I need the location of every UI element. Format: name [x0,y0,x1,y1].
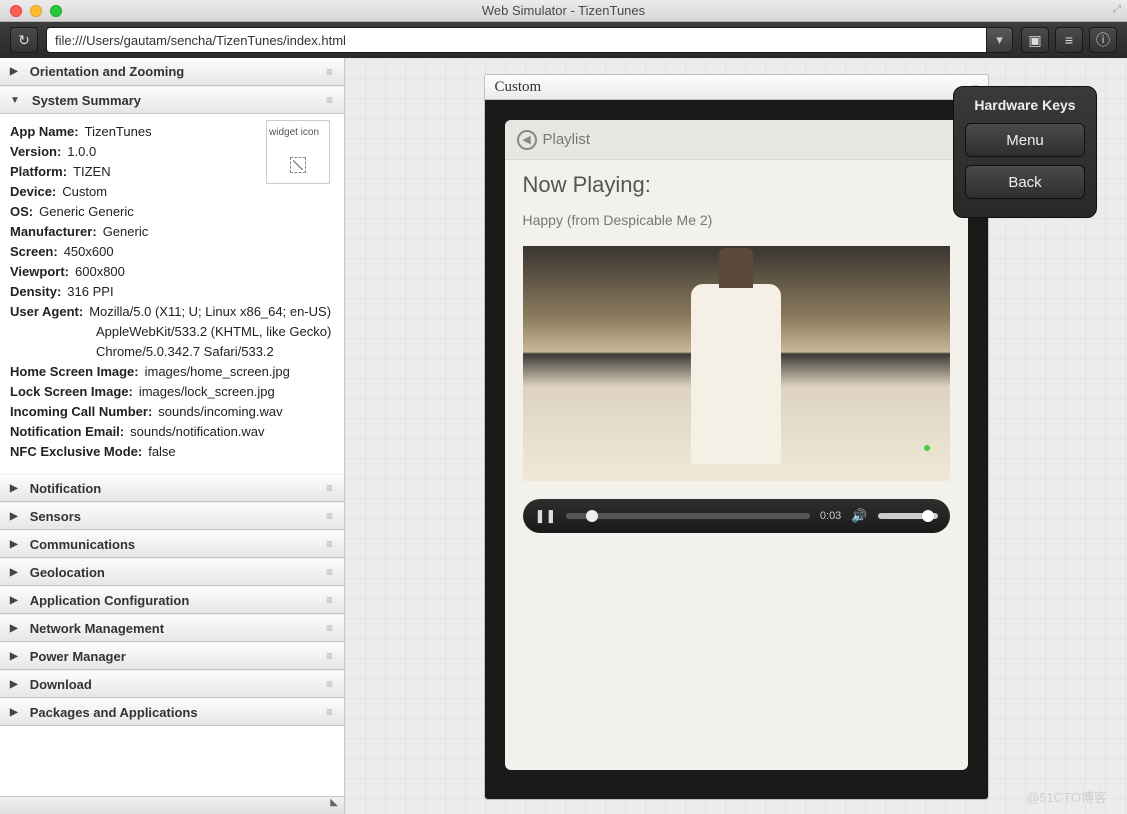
hardware-back-button[interactable]: Back [965,165,1085,199]
reload-button[interactable]: ↻ [10,27,38,53]
back-arrow-icon[interactable]: ◀ [517,130,537,150]
hardware-menu-button[interactable]: Menu [965,123,1085,157]
section-label: Communications [30,537,135,552]
section-label: Network Management [30,621,164,636]
user-agent-line2: AppleWebKit/533.2 (KHTML, like Gecko) [10,322,334,342]
chevron-right-icon: ▶ [10,651,18,662]
section-label: System Summary [32,93,141,108]
section-label: Power Manager [30,649,126,664]
device-screen: ◀ Playlist Now Playing: Happy (from Desp… [505,120,968,770]
chevron-right-icon: ▶ [10,483,18,494]
section-label: Download [30,677,92,692]
simulator-canvas: Custom ≡ ◀ Playlist Now Playing: Happy (… [345,58,1127,814]
info-button[interactable]: ⓘ [1089,27,1117,53]
system-summary-body: widget icon App Name:TizenTunes Version:… [0,114,344,474]
window-title: Web Simulator - TizenTunes [0,3,1127,18]
drag-handle-icon: ≡ [326,65,334,79]
window-titlebar: Web Simulator - TizenTunes ⤢ [0,0,1127,22]
drag-handle-icon: ≡ [326,705,334,719]
hardware-keys-title: Hardware Keys [964,97,1086,113]
sidebar-resize-handle[interactable]: ◣ [0,796,344,814]
section-geolocation[interactable]: ▶ Geolocation ≡ [0,558,344,586]
app-header: ◀ Playlist [505,120,968,160]
drag-handle-icon: ≡ [326,537,334,551]
section-application-config[interactable]: ▶ Application Configuration ≡ [0,586,344,614]
device-frame: ◀ Playlist Now Playing: Happy (from Desp… [484,100,989,800]
device-config-dropdown[interactable]: Custom ≡ [484,74,989,100]
close-window-button[interactable] [10,5,22,17]
drag-handle-icon: ≡ [326,649,334,663]
section-packages-applications[interactable]: ▶ Packages and Applications ≡ [0,698,344,726]
watermark-text: @51CTO博客 [1026,787,1107,806]
pause-button[interactable]: ❚❚ [535,508,557,524]
widget-icon-placeholder: widget icon [266,120,330,184]
section-notification[interactable]: ▶ Notification ≡ [0,474,344,502]
chevron-right-icon: ▶ [10,707,18,718]
section-network-management[interactable]: ▶ Network Management ≡ [0,614,344,642]
drag-handle-icon: ≡ [326,509,334,523]
playback-time: 0:03 [820,510,841,522]
device-profile-label: Custom [495,79,542,96]
section-label: Geolocation [30,565,105,580]
section-label: Packages and Applications [30,705,198,720]
section-label: Application Configuration [30,593,190,608]
drag-handle-icon: ≡ [326,93,334,107]
back-button-label[interactable]: Playlist [543,131,591,148]
section-sensors[interactable]: ▶ Sensors ≡ [0,502,344,530]
chevron-right-icon: ▶ [10,539,18,550]
section-power-manager[interactable]: ▶ Power Manager ≡ [0,642,344,670]
zoom-window-button[interactable] [50,5,62,17]
drag-handle-icon: ≡ [326,677,334,691]
section-communications[interactable]: ▶ Communications ≡ [0,530,344,558]
section-label: Sensors [30,509,81,524]
chevron-right-icon: ▶ [10,595,18,606]
broken-image-icon [290,157,306,173]
chevron-down-icon: ▼ [10,95,20,106]
section-download[interactable]: ▶ Download ≡ [0,670,344,698]
section-label: Notification [30,481,102,496]
media-controls: ❚❚ 0:03 🔊 [523,499,950,533]
expand-icon[interactable]: ⤢ [1113,4,1121,15]
video-player[interactable] [523,246,950,481]
chevron-right-icon: ▶ [10,623,18,634]
chevron-right-icon: ▶ [10,679,18,690]
volume-slider[interactable] [878,513,938,519]
hardware-keys-panel: Hardware Keys Menu Back [953,86,1097,218]
chevron-right-icon: ▶ [10,66,18,77]
section-system-summary[interactable]: ▼ System Summary ≡ [0,86,344,114]
drag-handle-icon: ≡ [326,593,334,607]
section-orientation-zooming[interactable]: ▶ Orientation and Zooming ≡ [0,58,344,86]
user-agent-line3: Chrome/5.0.342.7 Safari/533.2 [10,342,334,362]
now-playing-heading: Now Playing: [523,172,950,198]
url-input[interactable] [46,27,987,53]
chevron-right-icon: ▶ [10,511,18,522]
drag-handle-icon: ≡ [326,621,334,635]
drag-handle-icon: ≡ [326,565,334,579]
chevron-right-icon: ▶ [10,567,18,578]
panel-toggle-button[interactable]: ▣ [1021,27,1049,53]
sidebar: ▶ Orientation and Zooming ≡ ▼ System Sum… [0,58,345,814]
minimize-window-button[interactable] [30,5,42,17]
seek-slider[interactable] [566,513,810,519]
menu-button[interactable]: ≡ [1055,27,1083,53]
volume-icon[interactable]: 🔊 [851,508,867,524]
url-history-dropdown[interactable]: ▾ [987,27,1013,53]
section-label: Orientation and Zooming [30,64,185,79]
toolbar: ↻ ▾ ▣ ≡ ⓘ [0,22,1127,58]
drag-handle-icon: ≡ [326,481,334,495]
track-title: Happy (from Despicable Me 2) [523,212,950,228]
